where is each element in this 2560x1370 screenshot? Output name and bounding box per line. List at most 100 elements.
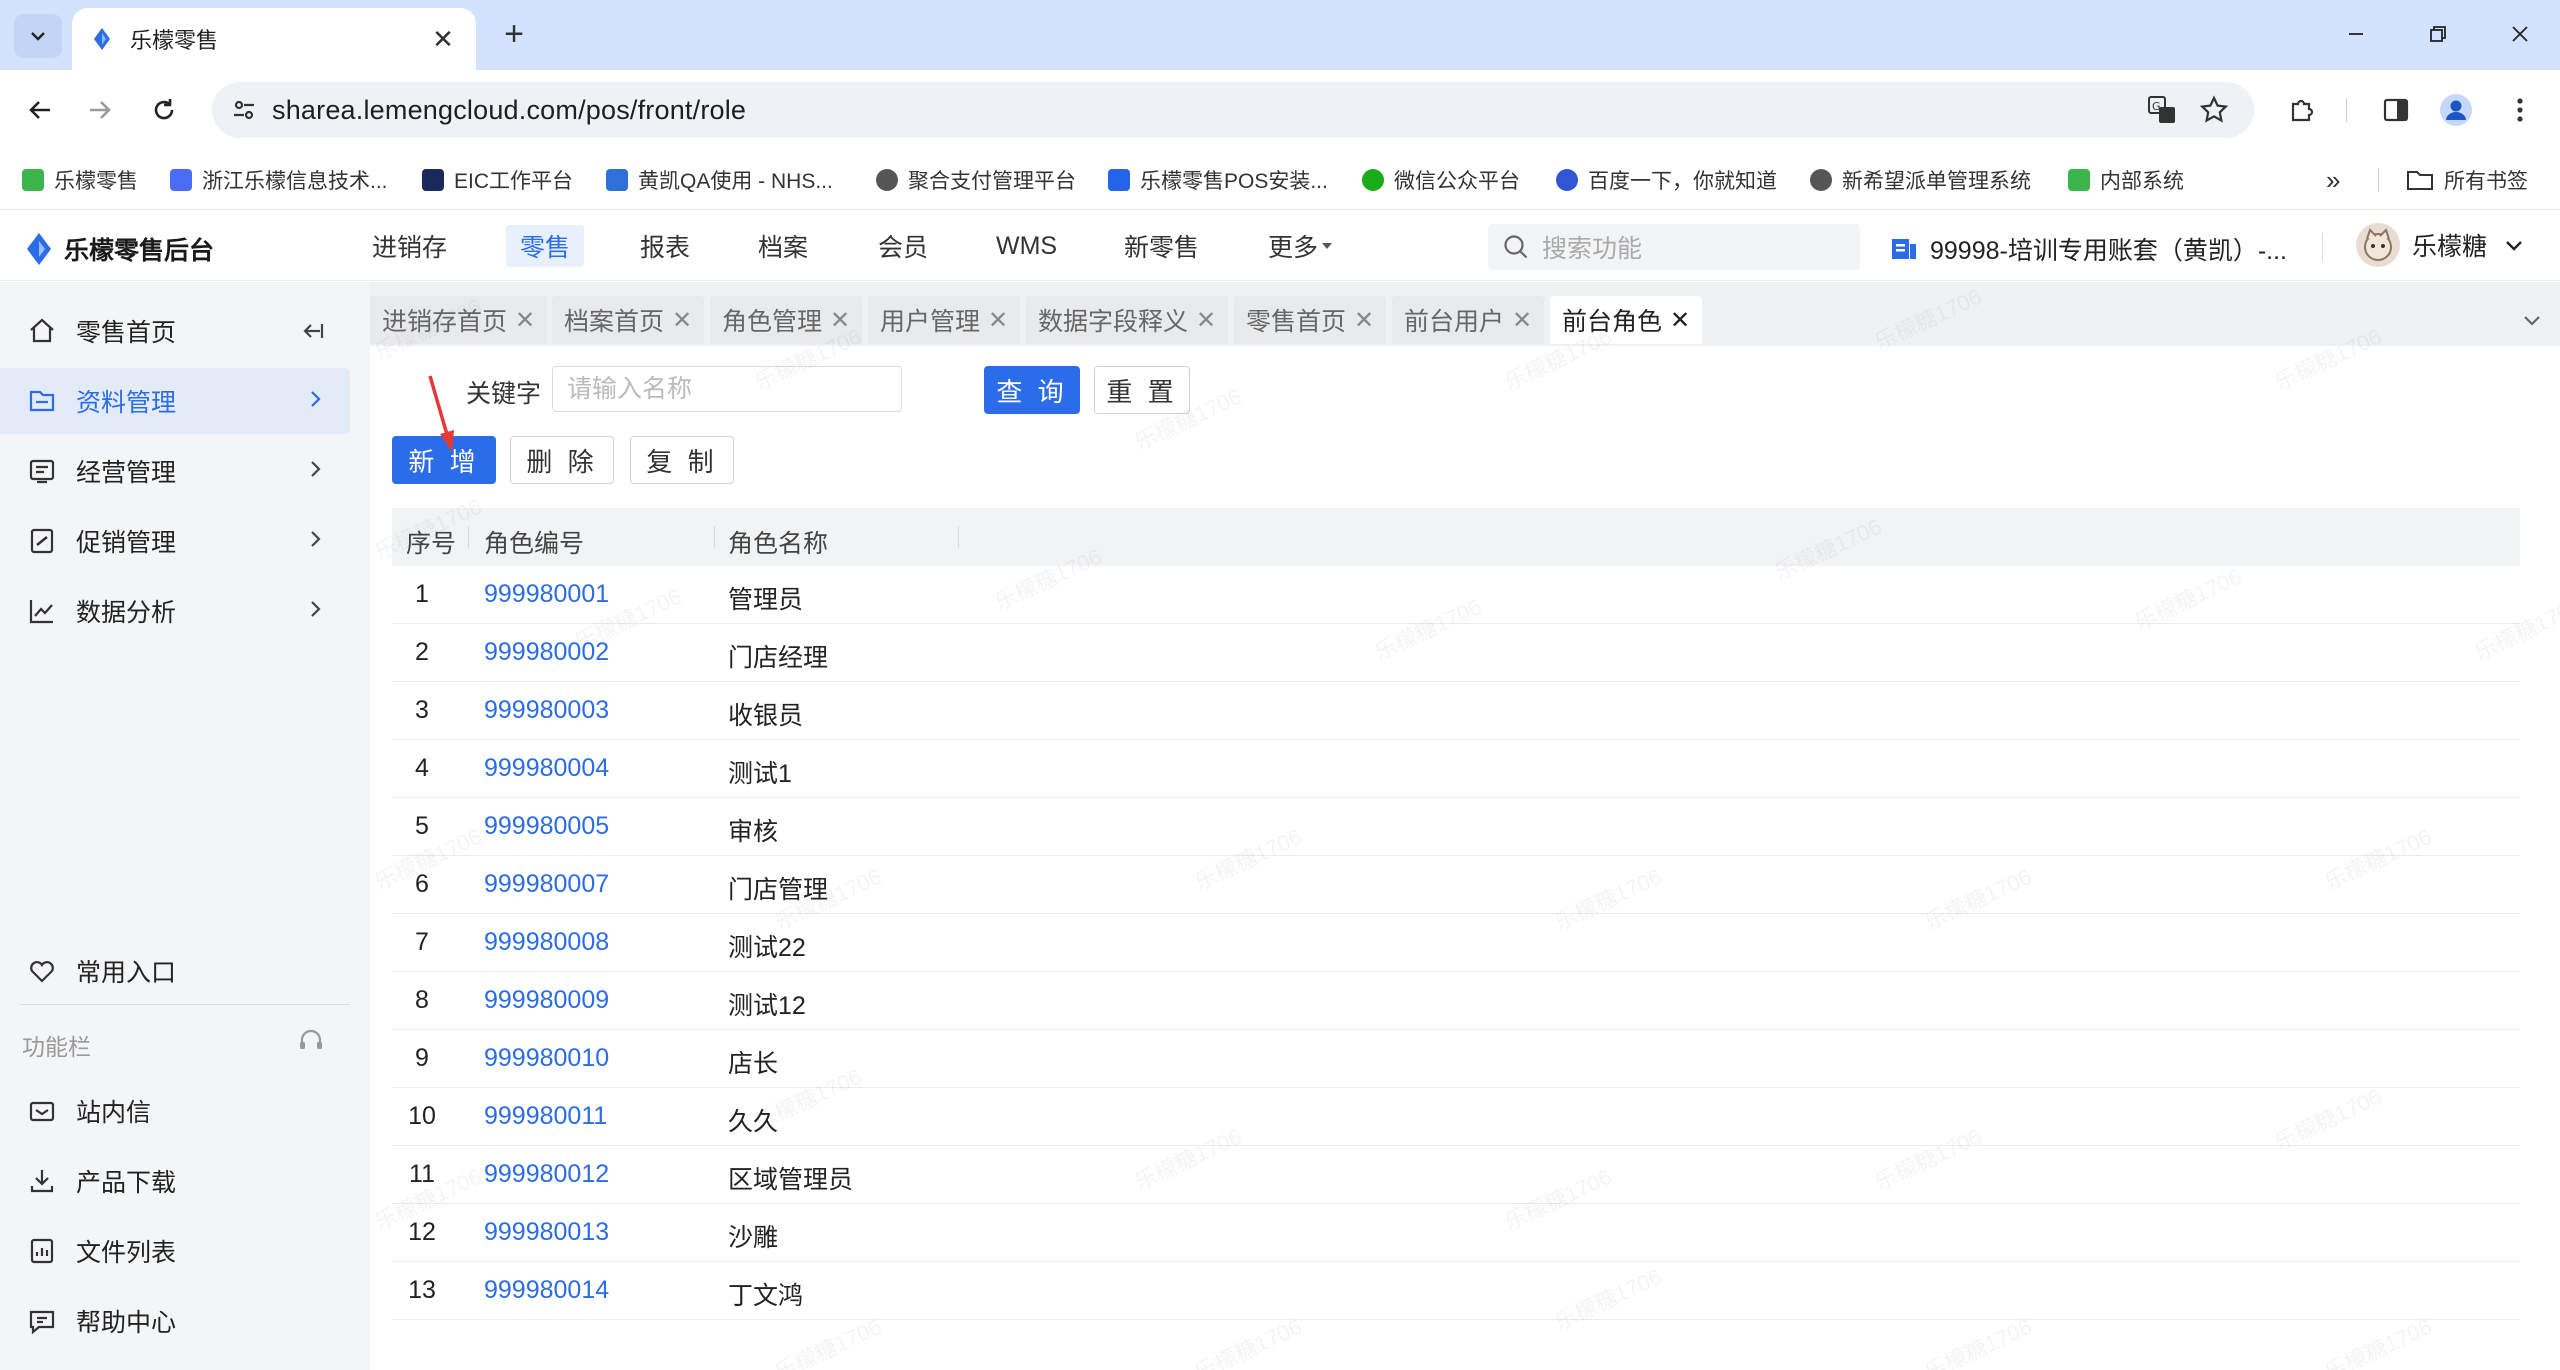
table-row[interactable]: 8 999980009 测试12 (392, 972, 2520, 1030)
close-window-button[interactable] (2490, 14, 2550, 54)
topnav-more[interactable]: 更多 (1254, 225, 1348, 267)
table-row[interactable]: 13 999980014 丁文鸿 (392, 1262, 2520, 1320)
omnibox[interactable]: sharea.lemengcloud.com/pos/front/role G (212, 82, 2254, 138)
column-header-role-code[interactable]: 角色编号 (484, 524, 584, 560)
account-selector[interactable]: 99998-培训专用账套（黄凯）-... (1890, 231, 2287, 267)
table-row[interactable]: 9 999980010 店长 (392, 1030, 2520, 1088)
close-icon[interactable]: ✕ (830, 306, 850, 335)
delete-button[interactable]: 删 除 (510, 436, 614, 484)
role-code-link[interactable]: 999980013 (484, 1218, 609, 1247)
role-code-link[interactable]: 999980002 (484, 638, 609, 667)
bookmark-item[interactable]: 黄凯QA使用 - NHS... (606, 164, 833, 196)
sidebar-item-file-list[interactable]: 文件列表 (0, 1218, 350, 1284)
url-text[interactable]: sharea.lemengcloud.com/pos/front/role (272, 95, 746, 126)
table-row[interactable]: 7 999980008 测试22 (392, 914, 2520, 972)
bookmark-item[interactable]: 聚合支付管理平台 (876, 164, 1076, 196)
bookmark-item[interactable]: EIC工作平台 (422, 164, 573, 196)
close-icon[interactable]: ✕ (1354, 306, 1374, 335)
table-row[interactable]: 4 999980004 测试1 (392, 740, 2520, 798)
role-code-link[interactable]: 999980014 (484, 1276, 609, 1305)
collapse-sidebar-icon[interactable] (300, 318, 326, 344)
page-tab-role-management[interactable]: 角色管理 ✕ (710, 296, 863, 344)
table-row[interactable]: 3 999980003 收银员 (392, 682, 2520, 740)
role-code-link[interactable]: 999980001 (484, 580, 609, 609)
role-code-link[interactable]: 999980011 (484, 1102, 607, 1131)
role-code-link[interactable]: 999980003 (484, 696, 609, 725)
user-menu[interactable]: 乐檬糖 (2356, 223, 2525, 267)
minimize-button[interactable] (2326, 14, 2386, 54)
bookmarks-overflow-button[interactable]: » (2326, 164, 2340, 196)
topnav-baobiao[interactable]: 报表 (626, 225, 704, 267)
tab-search-button[interactable] (14, 14, 62, 58)
topnav-dangan[interactable]: 档案 (744, 225, 822, 267)
page-tab-front-role[interactable]: 前台角色 ✕ (1550, 296, 1703, 344)
table-row[interactable]: 2 999980002 门店经理 (392, 624, 2520, 682)
bookmark-item[interactable]: 百度一下，你就知道 (1556, 164, 1777, 196)
copy-button[interactable]: 复 制 (630, 436, 734, 484)
sidebar-item-promotion-management[interactable]: 促销管理 (0, 508, 350, 574)
table-row[interactable]: 12 999980013 沙雕 (392, 1204, 2520, 1262)
sidebar-item-data-analysis[interactable]: 数据分析 (0, 578, 350, 644)
role-code-link[interactable]: 999980008 (484, 928, 609, 957)
tab-list-dropdown[interactable] (2504, 296, 2560, 344)
reset-button[interactable]: 重 置 (1094, 366, 1190, 414)
role-code-link[interactable]: 999980010 (484, 1044, 609, 1073)
close-tab-icon[interactable]: ✕ (428, 24, 458, 55)
table-row[interactable]: 6 999980007 门店管理 (392, 856, 2520, 914)
sidebar-item-inbox[interactable]: 站内信 (0, 1078, 350, 1144)
sidebar-common-entry[interactable]: 常用入口 (0, 938, 350, 1004)
bookmark-item[interactable]: 乐檬零售 (22, 164, 138, 196)
close-icon[interactable]: ✕ (988, 306, 1008, 335)
bookmark-item[interactable]: 新希望派单管理系统 (1810, 164, 2031, 196)
close-icon[interactable]: ✕ (1196, 306, 1216, 335)
site-settings-icon[interactable] (230, 96, 258, 124)
browser-tab-active[interactable]: 乐檬零售 ✕ (72, 8, 476, 70)
page-tab-jxc-home[interactable]: 进销存首页 ✕ (370, 296, 548, 344)
role-code-link[interactable]: 999980009 (484, 986, 609, 1015)
topnav-wms[interactable]: WMS (982, 225, 1071, 267)
page-tab-field-definition[interactable]: 数据字段释义 ✕ (1026, 296, 1229, 344)
role-code-link[interactable]: 999980005 (484, 812, 609, 841)
table-row[interactable]: 10 999980011 久久 (392, 1088, 2520, 1146)
sidebar-item-product-download[interactable]: 产品下载 (0, 1148, 350, 1214)
bookmark-item[interactable]: 微信公众平台 (1362, 164, 1520, 196)
page-tab-front-user[interactable]: 前台用户 ✕ (1392, 296, 1545, 344)
bookmark-item[interactable]: 内部系统 (2068, 164, 2184, 196)
bookmark-item[interactable]: 浙江乐檬信息技术... (170, 164, 388, 196)
table-row[interactable]: 1 999980001 管理员 (392, 566, 2520, 624)
close-icon[interactable]: ✕ (1670, 306, 1690, 335)
browser-menu-button[interactable] (2500, 90, 2540, 130)
sidebar-item-help-center[interactable]: 帮助中心 (0, 1288, 350, 1354)
back-button[interactable] (20, 90, 60, 130)
topnav-jinxiaocun[interactable]: 进销存 (358, 225, 461, 267)
sidebar-item-data-management[interactable]: 资料管理 (0, 368, 350, 434)
sidebar-item-retail-home[interactable]: 零售首页 (0, 298, 350, 364)
extensions-button[interactable] (2282, 90, 2322, 130)
headset-icon[interactable] (296, 1026, 326, 1056)
close-icon[interactable]: ✕ (672, 306, 692, 335)
function-search[interactable]: 搜索功能 (1488, 224, 1860, 270)
reload-button[interactable] (144, 90, 184, 130)
role-code-link[interactable]: 999980007 (484, 870, 609, 899)
all-bookmarks-button[interactable]: 所有书签 (2406, 164, 2528, 196)
table-row[interactable]: 11 999980012 区域管理员 (392, 1146, 2520, 1204)
bookmark-star-icon[interactable] (2198, 94, 2230, 126)
topnav-huiyuan[interactable]: 会员 (864, 225, 942, 267)
app-logo[interactable]: 乐檬零售后台 (24, 231, 214, 267)
side-panel-button[interactable] (2376, 90, 2416, 130)
page-tab-retail-home[interactable]: 零售首页 ✕ (1234, 296, 1387, 344)
restore-button[interactable] (2408, 14, 2468, 54)
role-code-link[interactable]: 999980012 (484, 1160, 609, 1189)
keyword-input[interactable] (552, 366, 902, 412)
role-code-link[interactable]: 999980004 (484, 754, 609, 783)
topnav-lingshou[interactable]: 零售 (506, 225, 585, 267)
page-tab-archive-home[interactable]: 档案首页 ✕ (552, 296, 705, 344)
column-header-role-name[interactable]: 角色名称 (728, 524, 828, 560)
sidebar-item-operation-management[interactable]: 经营管理 (0, 438, 350, 504)
profile-button[interactable] (2436, 90, 2476, 130)
forward-button[interactable] (80, 90, 120, 130)
close-icon[interactable]: ✕ (515, 306, 535, 335)
query-button[interactable]: 查 询 (984, 366, 1080, 414)
close-icon[interactable]: ✕ (1512, 306, 1532, 335)
table-row[interactable]: 5 999980005 审核 (392, 798, 2520, 856)
